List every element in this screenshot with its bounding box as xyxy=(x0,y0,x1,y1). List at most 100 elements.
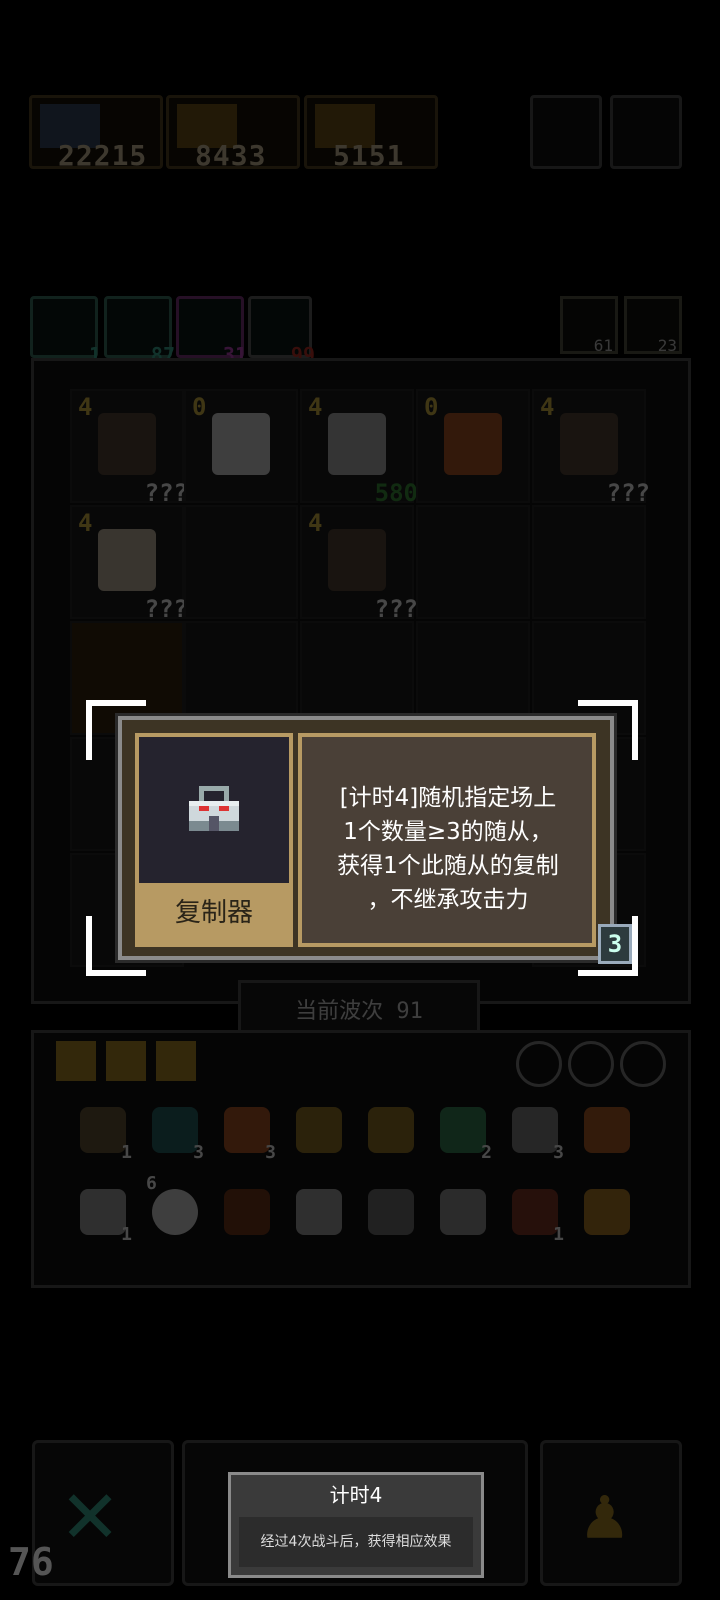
item-count: 6 xyxy=(146,1173,157,1194)
item-name: 复制器 xyxy=(139,883,289,943)
inventory-item[interactable]: 6 xyxy=(146,1173,204,1241)
inventory-item[interactable]: 3 xyxy=(218,1101,276,1163)
tooltip-title: 计时4 xyxy=(329,1483,383,1507)
help-button[interactable] xyxy=(530,95,602,169)
horn-icon xyxy=(512,1189,558,1235)
minion-icon xyxy=(328,413,386,475)
board-cell[interactable]: 4 ??? xyxy=(70,389,188,507)
minion-icon xyxy=(212,413,270,475)
cell-level: 0 xyxy=(192,393,207,421)
claw-icon xyxy=(584,1189,630,1235)
item-detail-popup[interactable]: 复制器 [计时4]随机指定场上 1个数量≥3的随从， 获得1个此随从的复制 ，不… xyxy=(118,716,632,964)
tab-icon[interactable] xyxy=(156,1041,196,1081)
trophy-icon xyxy=(224,1107,270,1153)
inventory-item[interactable] xyxy=(578,1101,636,1159)
magnet-icon xyxy=(368,1189,414,1235)
close-icon: ✕ xyxy=(63,1459,118,1564)
cell-level: 4 xyxy=(78,393,93,421)
inventory-item[interactable]: 1 xyxy=(74,1183,132,1245)
stat-value: 5151 xyxy=(333,139,405,172)
heart-icon xyxy=(152,1107,198,1153)
potion-icon xyxy=(368,1107,414,1153)
cell-badge: ??? xyxy=(144,479,188,507)
stat-card-3[interactable]: 5151 xyxy=(304,95,438,172)
minion-icon xyxy=(444,413,502,475)
cell-badge: ??? xyxy=(144,595,188,623)
cell-level: 4 xyxy=(78,509,93,537)
board-cell[interactable]: 0 xyxy=(416,389,530,503)
stat-value: 8433 xyxy=(195,139,267,172)
copier-icon xyxy=(189,786,239,831)
pawn-button[interactable]: ♟ xyxy=(540,1440,682,1586)
amulet-icon xyxy=(296,1107,342,1153)
resource-3: 31 xyxy=(176,296,247,367)
board-cell[interactable] xyxy=(184,505,298,619)
inventory-item[interactable] xyxy=(290,1183,348,1241)
cell-level: 4 xyxy=(308,393,323,421)
item-card: 复制器 xyxy=(135,733,293,947)
board-cell[interactable]: 4 ??? xyxy=(532,389,650,507)
settings-button[interactable] xyxy=(610,95,682,169)
inventory-item[interactable] xyxy=(434,1183,492,1241)
inventory-item[interactable]: 1 xyxy=(74,1101,132,1163)
tab-icon[interactable] xyxy=(106,1041,146,1081)
inventory-item[interactable]: 3 xyxy=(146,1101,204,1163)
minion-icon xyxy=(98,529,156,591)
mask-icon xyxy=(296,1189,342,1235)
item-count: 1 xyxy=(121,1142,132,1163)
board-cell[interactable]: 4 580 xyxy=(300,389,418,507)
inventory-item[interactable] xyxy=(290,1101,348,1159)
item-count: 3 xyxy=(553,1142,564,1163)
stat-card-1[interactable]: 22215 xyxy=(29,95,163,172)
resource-2: 87 xyxy=(104,296,175,367)
keyword-tooltip: 计时4 经过4次战斗后，获得相应效果 xyxy=(228,1472,484,1578)
pawn-icon: ♟ xyxy=(583,1471,627,1555)
cell-badge: ??? xyxy=(374,595,418,623)
chest-icon xyxy=(224,1189,270,1235)
inventory-item[interactable] xyxy=(362,1101,420,1159)
reroll-count: 61 xyxy=(593,336,613,355)
filter-icon[interactable] xyxy=(516,1041,562,1087)
item-count: 1 xyxy=(553,1224,564,1245)
inventory-item[interactable]: 2 xyxy=(434,1101,492,1163)
board-cell[interactable]: 4 ??? xyxy=(70,505,188,623)
inventory-item[interactable] xyxy=(218,1183,276,1241)
stone-icon xyxy=(80,1189,126,1235)
key-count: 23 xyxy=(657,336,677,355)
item-count: 3 xyxy=(265,1142,276,1163)
cell-level: 4 xyxy=(308,509,323,537)
filter-icon[interactable] xyxy=(568,1041,614,1087)
board-cell[interactable] xyxy=(416,505,530,619)
reroll-tile[interactable]: 61 xyxy=(560,296,618,355)
item-count-badge: 3 xyxy=(598,924,632,964)
scroll-icon xyxy=(584,1107,630,1153)
item-description: [计时4]随机指定场上 1个数量≥3的随从， 获得1个此随从的复制 ，不继承攻击… xyxy=(337,785,559,913)
inventory-panel: 1 3 3 2 3 1 6 1 xyxy=(31,1030,691,1288)
bone-icon xyxy=(80,1107,126,1153)
flask-icon xyxy=(440,1107,486,1153)
item-description-panel: [计时4]随机指定场上 1个数量≥3的随从， 获得1个此随从的复制 ，不继承攻击… xyxy=(298,733,596,947)
cell-badge: ??? xyxy=(606,479,650,507)
inventory-item[interactable]: 3 xyxy=(506,1101,564,1163)
cell-badge: 580 xyxy=(374,479,418,507)
resource-4: 99 xyxy=(248,296,315,367)
inventory-item[interactable] xyxy=(362,1183,420,1241)
stat-value: 22215 xyxy=(58,139,148,172)
tab-icon[interactable] xyxy=(56,1041,96,1081)
item-count: 2 xyxy=(481,1142,492,1163)
board-cell[interactable]: 4 ??? xyxy=(300,505,418,623)
item-count: 3 xyxy=(193,1142,204,1163)
gear-icon xyxy=(440,1189,486,1235)
key-tile[interactable]: 23 xyxy=(624,296,682,355)
inventory-item[interactable]: 1 xyxy=(506,1183,564,1245)
stat-card-2[interactable]: 8433 xyxy=(166,95,300,172)
board-cell[interactable]: 0 xyxy=(184,389,298,503)
cell-level: 0 xyxy=(424,393,439,421)
minion-icon xyxy=(560,413,618,475)
board-cell[interactable] xyxy=(532,505,646,619)
filter-icon[interactable] xyxy=(620,1041,666,1087)
page-number: 76 xyxy=(8,1540,54,1584)
inventory-item[interactable] xyxy=(578,1183,636,1241)
resource-1: 1 xyxy=(30,296,101,367)
item-count: 1 xyxy=(121,1224,132,1245)
